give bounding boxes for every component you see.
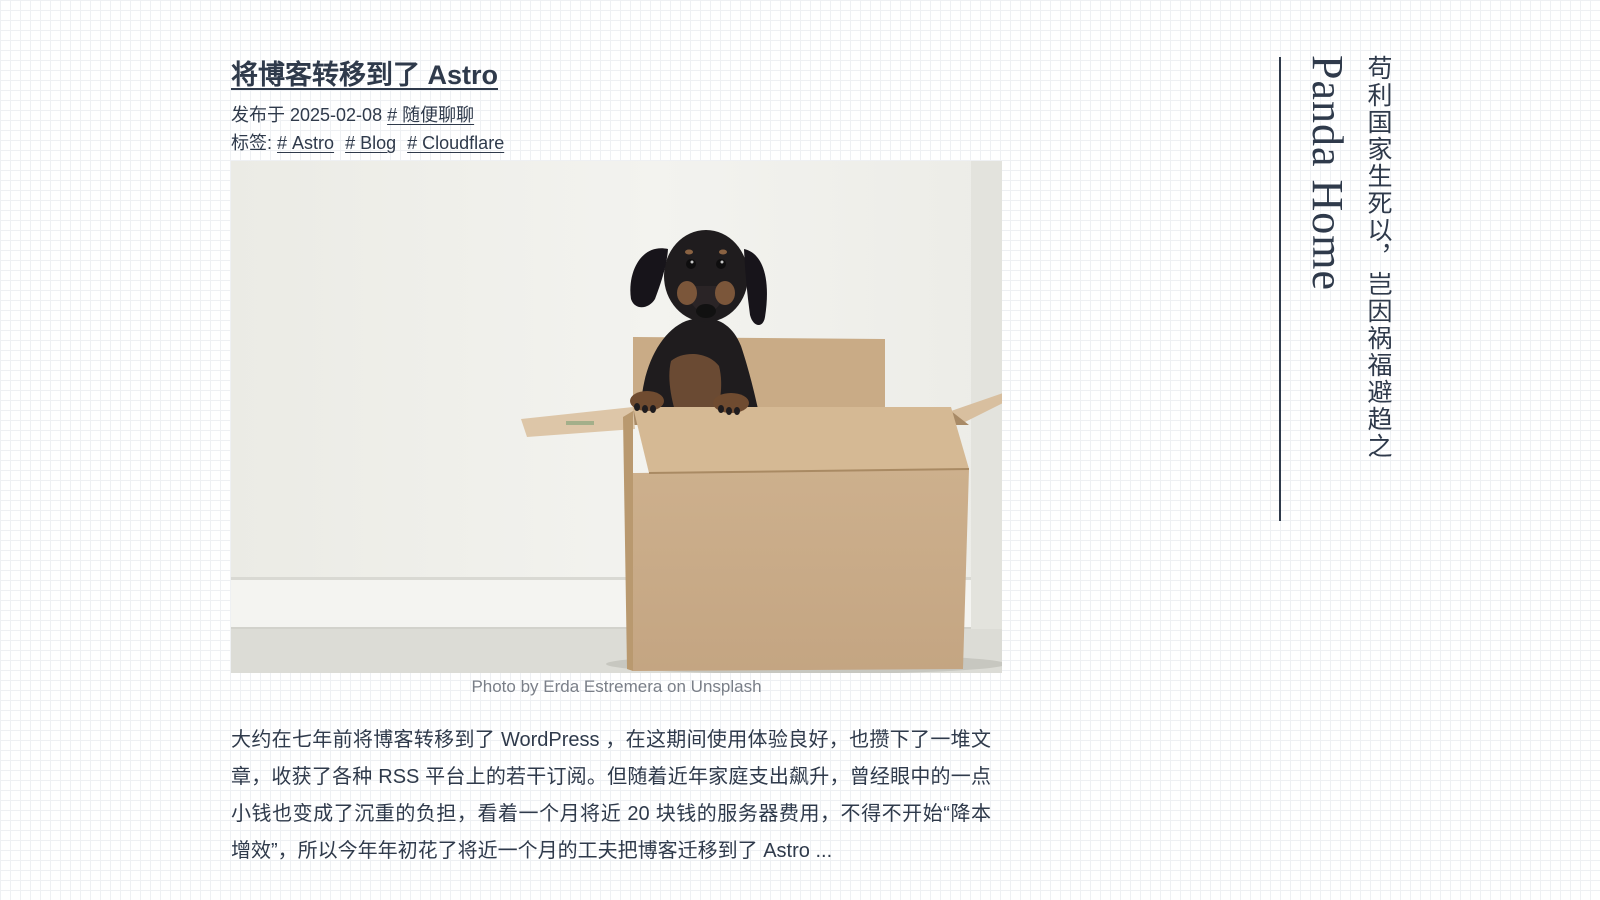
image-caption: Photo by Erda Estremera on Unsplash [471,677,762,696]
post-figure: Photo by Erda Estremera on Unsplash [231,161,1002,700]
published-date: 发布于 2025-02-08 [231,105,383,125]
tag-link-cloudflare[interactable]: # Cloudflare [407,133,504,153]
cover-photo-dog-in-box [231,161,1002,673]
site-motto: 苟利国家生死以，岂因祸福避趋之 [1364,55,1393,460]
site-title-link[interactable]: Panda Home [1302,55,1352,291]
tags-label: 标签: [231,133,273,153]
post-excerpt: 大约在七年前将博客转移到了 WordPress ，在这期间使用体验良好，也攒下了… [231,729,991,862]
tag-link-astro[interactable]: # Astro [277,133,334,153]
post-title-link[interactable]: 将博客转移到了 Astro [231,55,1002,95]
sidebar-divider [1279,57,1281,521]
post-meta-tags: 标签: # Astro # Blog # Cloudflare [231,129,1002,157]
post-card: 将博客转移到了 Astro 发布于 2025-02-08 # 随便聊聊 标签: … [231,55,1002,890]
post-meta-date: 发布于 2025-02-08 # 随便聊聊 [231,101,1002,129]
tag-link-blog[interactable]: # Blog [345,133,396,153]
category-link[interactable]: # 随便聊聊 [387,105,474,125]
